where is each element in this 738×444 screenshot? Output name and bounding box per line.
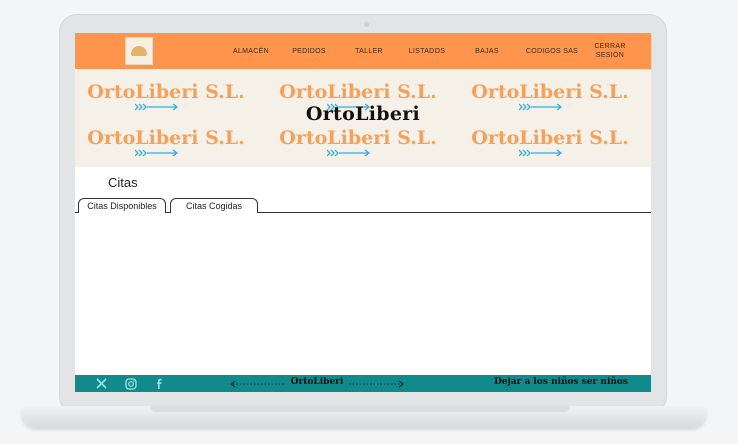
top-nav: ALMACÉN PEDIDOS TALLER LISTADOS BAJAS CO… (75, 33, 651, 69)
banner-tile-text: OrtoLiberi S.L. (471, 81, 629, 103)
nav-codigos-sas[interactable]: CODIGOS SAS (521, 33, 583, 69)
arrow-icon (519, 149, 563, 157)
logo-icon[interactable] (125, 37, 153, 65)
tab-citas-disponibles[interactable]: Citas Disponibles (78, 198, 166, 213)
footer-brand: OrtoLiberi (290, 377, 344, 387)
nav-bajas[interactable]: BAJAS (461, 33, 513, 69)
banner-brand-title: OrtoLiberi (305, 103, 421, 125)
instagram-icon[interactable] (124, 377, 137, 390)
banner-tile-text: OrtoLiberi S.L. (279, 127, 437, 149)
nav-cerrar-sesion[interactable]: CERRAR SESIÓN (589, 33, 631, 69)
banner-tile-text: OrtoLiberi S.L. (471, 127, 629, 149)
footer-brand-group: OrtoLiberi (227, 375, 407, 392)
footer-tagline: Dejar a los niños ser niños (493, 377, 629, 387)
screen: ALMACÉN PEDIDOS TALLER LISTADOS BAJAS CO… (75, 33, 651, 392)
banner-tile-text: OrtoLiberi S.L. (87, 127, 245, 149)
arrow-icon (327, 149, 371, 157)
nav-almacen[interactable]: ALMACÉN (225, 33, 277, 69)
tab-citas-cogidas[interactable]: Citas Cogidas (170, 198, 258, 213)
banner-tile-text: OrtoLiberi S.L. (87, 81, 245, 103)
footer: OrtoLiberi Dejar a los niños ser niños (75, 375, 651, 392)
page-title: Citas (108, 175, 138, 190)
arrow-icon (135, 149, 179, 157)
laptop-base-notch (150, 406, 570, 412)
nav-listados[interactable]: LISTADOS (401, 33, 453, 69)
facebook-icon[interactable] (153, 377, 166, 390)
banner-tile-text: OrtoLiberi S.L. (279, 81, 437, 103)
nav-taller[interactable]: TALLER (343, 33, 395, 69)
nav-pedidos[interactable]: PEDIDOS (283, 33, 335, 69)
camera-dot (364, 22, 369, 27)
x-icon[interactable] (95, 377, 108, 390)
hero-banner: OrtoLiberi S.L. OrtoLiberi S.L. OrtoLibe… (75, 69, 651, 167)
